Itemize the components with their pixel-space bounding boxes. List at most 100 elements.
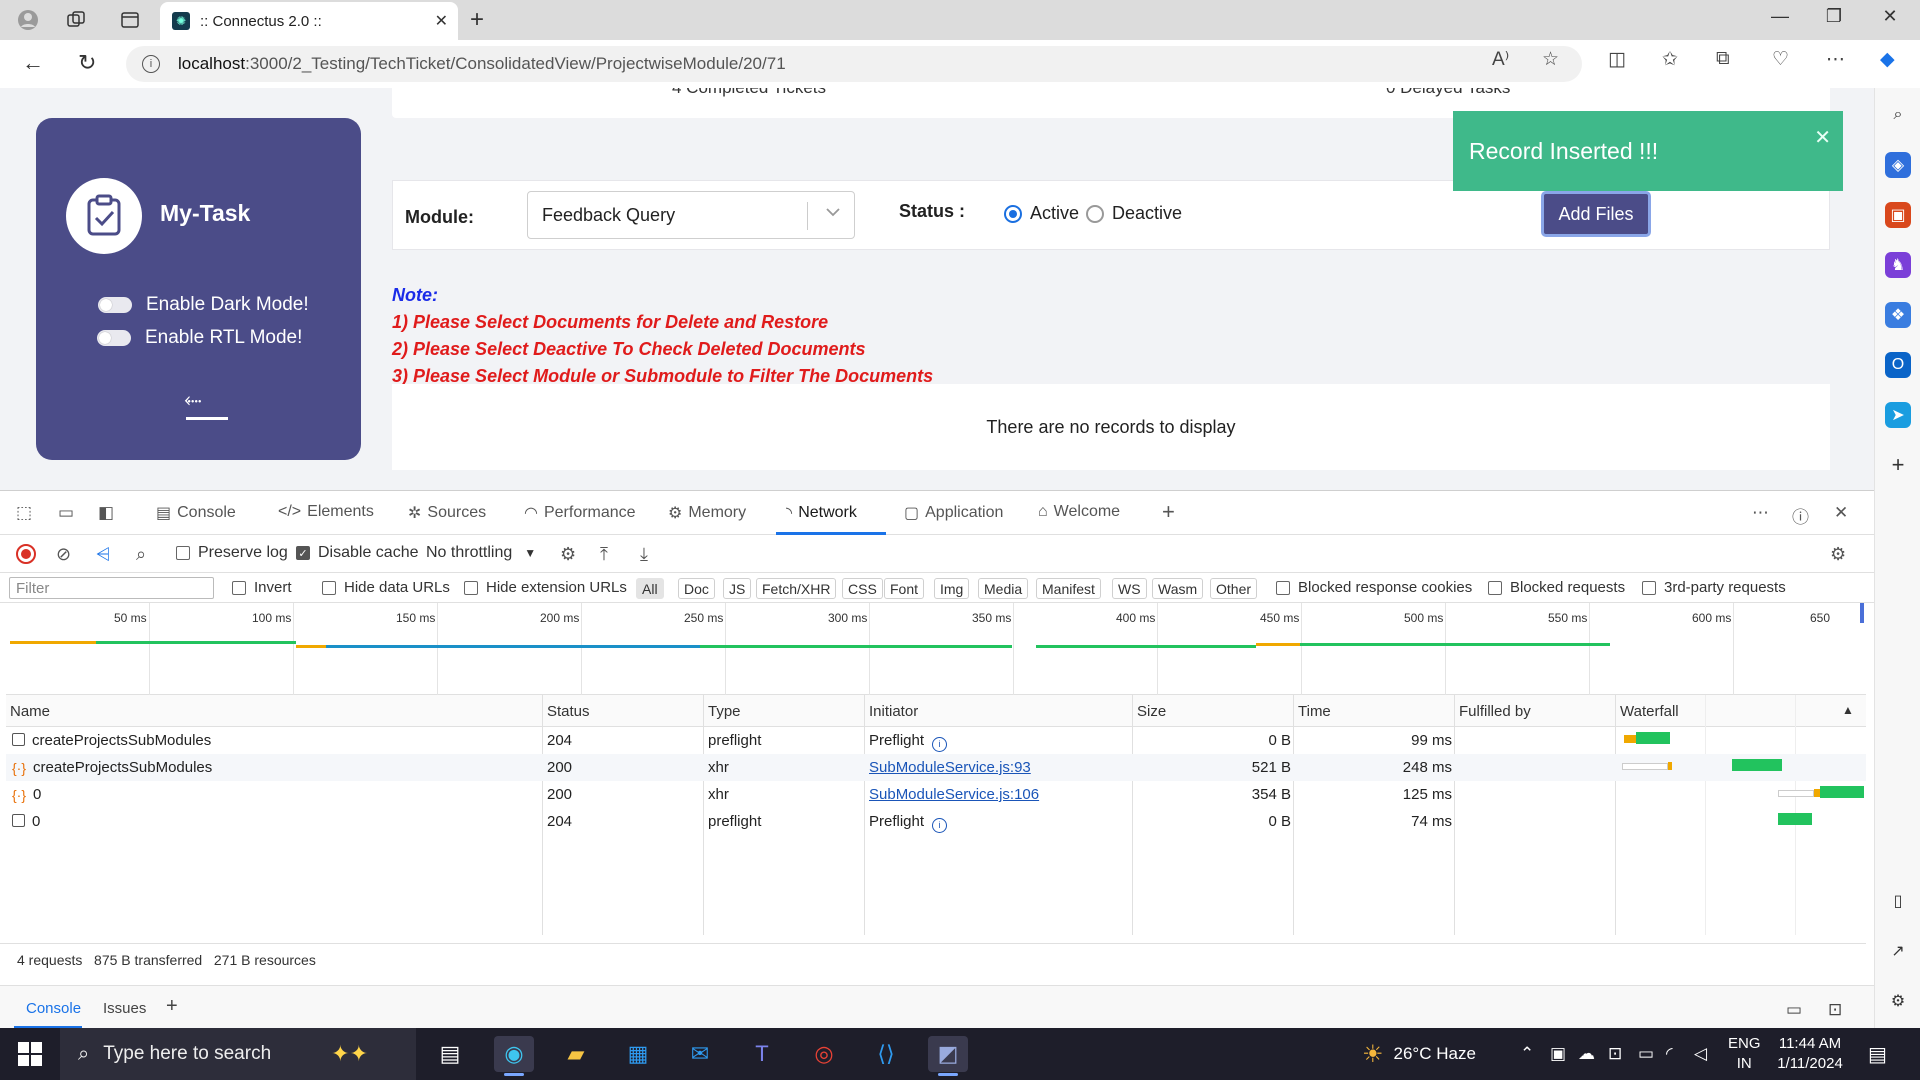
vertical-tabs-icon[interactable] [118, 8, 142, 32]
type-chip-css[interactable]: CSS [842, 578, 883, 599]
import-har-icon[interactable]: ⤒ [600, 544, 608, 565]
tray-meet-icon[interactable]: ▣ [1550, 1028, 1566, 1080]
col-time[interactable]: Time [1298, 703, 1331, 720]
blocked-cookies-box[interactable] [1276, 580, 1290, 595]
request-name[interactable]: 0 [12, 813, 40, 830]
drawer-tab-issues[interactable]: Issues [103, 1000, 146, 1017]
record-button[interactable] [16, 544, 36, 564]
overview-range-handle[interactable] [1860, 603, 1864, 623]
site-info-icon[interactable]: i [142, 55, 160, 73]
favorite-star-icon[interactable]: ☆ [1542, 48, 1559, 71]
table-row[interactable]: 0 204 preflight Preflight i 0 B 74 ms [6, 808, 1866, 835]
type-chip-fetch-xhr[interactable]: Fetch/XHR [756, 578, 837, 599]
browser-essentials-icon[interactable]: ♡ [1772, 48, 1789, 71]
export-har-icon[interactable]: ⤓ [640, 544, 648, 565]
sidebar-games-icon[interactable]: ♞ [1885, 252, 1911, 278]
filter-funnel-icon[interactable]: ⩤ [96, 544, 110, 565]
invert-checkbox[interactable]: Invert [232, 579, 292, 596]
filter-input[interactable]: Filter [9, 577, 214, 599]
disable-cache-checkbox[interactable]: ✓ Disable cache [296, 544, 419, 562]
maximize-icon[interactable]: ❐ [1814, 6, 1854, 27]
rtl-mode-toggle[interactable] [97, 330, 131, 346]
invert-box[interactable] [232, 580, 246, 595]
inspect-element-icon[interactable]: ⬚ [16, 503, 32, 523]
preserve-log-checkbox[interactable]: Preserve log [176, 544, 288, 562]
minimize-icon[interactable]: — [1760, 6, 1800, 27]
copilot-icon[interactable]: ◆ [1880, 48, 1895, 71]
toast-close-icon[interactable]: ✕ [1814, 125, 1831, 150]
network-conditions-icon[interactable]: ⚙ [560, 544, 576, 565]
hide-data-urls-checkbox[interactable]: Hide data URLs [322, 579, 450, 596]
tray-chevron-icon[interactable]: ⌃ [1520, 1028, 1534, 1080]
third-party-checkbox[interactable]: 3rd-party requests [1642, 579, 1786, 596]
chrome-icon[interactable]: ◎ [804, 1036, 844, 1072]
sidebar-settings-icon[interactable]: ⚙ [1885, 988, 1911, 1014]
more-menu-icon[interactable]: ⋯ [1826, 48, 1845, 71]
tab-performance[interactable]: ◠ Performance [524, 503, 636, 523]
tray-volume-icon[interactable]: ◁ [1694, 1028, 1707, 1080]
new-tab-icon[interactable]: + [470, 6, 484, 34]
drawer-dock-icon[interactable]: ▭ [1786, 1000, 1802, 1020]
blocked-cookies-checkbox[interactable]: Blocked response cookies [1276, 579, 1472, 596]
device-toolbar-icon[interactable]: ▭ [58, 503, 74, 523]
hide-extension-urls-box[interactable] [464, 580, 478, 595]
vscode-icon[interactable]: ⟨⟩ [866, 1036, 906, 1072]
close-devtools-icon[interactable]: ✕ [1834, 503, 1848, 523]
profile-icon[interactable] [16, 8, 40, 32]
preflight-info-icon[interactable]: i [932, 818, 948, 833]
chevron-down-icon[interactable] [826, 204, 840, 222]
col-type[interactable]: Type [708, 703, 741, 720]
sidebar-search-icon[interactable]: ⌕ [1885, 102, 1911, 128]
tray-cloud-icon[interactable]: ☁ [1578, 1028, 1595, 1080]
toggle-sidebar-icon[interactable]: ◧ [98, 503, 114, 523]
notifications-icon[interactable]: ▤ [1868, 1028, 1887, 1080]
clock[interactable]: 11:44 AM 1/11/2024 [1768, 1034, 1852, 1074]
module-select[interactable]: Feedback Query [527, 191, 855, 239]
tab-application[interactable]: ▢ Application [904, 503, 1003, 523]
split-screen-icon[interactable]: ◫ [1608, 48, 1626, 71]
dev-tool-app-icon[interactable]: ◩ [928, 1036, 968, 1076]
sidebar-outlook-icon[interactable]: O [1885, 352, 1911, 378]
sidebar-tools-icon[interactable]: ▣ [1885, 202, 1911, 228]
blocked-requests-box[interactable] [1488, 580, 1502, 595]
clear-icon[interactable]: ⊘ [56, 544, 71, 565]
table-row[interactable]: {·} 0 200 xhr SubModuleService.js:106 354… [6, 781, 1866, 808]
url-field[interactable]: i localhost:3000/2_Testing/TechTicket/Co… [126, 46, 1582, 82]
col-name[interactable]: Name [10, 703, 50, 720]
network-settings-gear-icon[interactable]: ⚙ [1830, 544, 1846, 565]
taskbar-search[interactable]: ⌕ Type here to search ✦✦ [60, 1028, 416, 1080]
type-chip-js[interactable]: JS [723, 578, 752, 599]
table-row[interactable]: createProjectsSubModules 204 preflight P… [6, 727, 1866, 754]
col-fulfilled-by[interactable]: Fulfilled by [1459, 703, 1531, 720]
collections-icon[interactable]: ⧉ [1716, 48, 1730, 70]
hide-data-urls-box[interactable] [322, 580, 336, 595]
tray-battery-icon[interactable]: ▭ [1638, 1028, 1654, 1080]
request-name[interactable]: createProjectsSubModules [12, 732, 211, 749]
tab-elements[interactable]: </> Elements [278, 503, 374, 521]
file-explorer-icon[interactable]: ▰ [556, 1036, 596, 1072]
help-icon[interactable]: ⓘ [1792, 503, 1809, 528]
sidebar-shopping-icon[interactable]: ◈ [1885, 152, 1911, 178]
collapse-arrow-icon[interactable]: ⬸ [184, 386, 202, 412]
more-tabs-plus-icon[interactable]: + [1162, 499, 1175, 525]
search-icon[interactable]: ⌕ [136, 544, 146, 565]
type-chip-font[interactable]: Font [884, 578, 925, 599]
weather-widget[interactable]: ☀ 26°C Haze [1362, 1028, 1476, 1080]
sidebar-panel-icon[interactable]: ▯ [1885, 888, 1911, 914]
read-aloud-icon[interactable]: A⁾ [1492, 48, 1509, 71]
close-window-icon[interactable]: ✕ [1870, 6, 1910, 27]
dark-mode-toggle[interactable] [98, 297, 132, 313]
sidebar-add-icon[interactable]: + [1885, 452, 1911, 478]
type-chip-wasm[interactable]: Wasm [1152, 578, 1204, 599]
initiator-link[interactable]: SubModuleService.js:93 [869, 759, 1031, 776]
back-icon[interactable]: ← [22, 50, 44, 76]
tab-memory[interactable]: ⚙ Memory [668, 503, 746, 523]
mail-icon[interactable]: ✉ [680, 1036, 720, 1072]
tray-display-icon[interactable]: ⊡ [1608, 1028, 1622, 1080]
drawer-close-icon[interactable]: ⊡ [1828, 1000, 1842, 1020]
radio-deactive-dot[interactable] [1086, 204, 1104, 223]
task-view-icon[interactable]: ▤ [430, 1036, 470, 1072]
col-waterfall[interactable]: Waterfall [1620, 703, 1679, 720]
third-party-box[interactable] [1642, 580, 1656, 595]
sidebar-send-icon[interactable]: ➤ [1885, 402, 1911, 428]
